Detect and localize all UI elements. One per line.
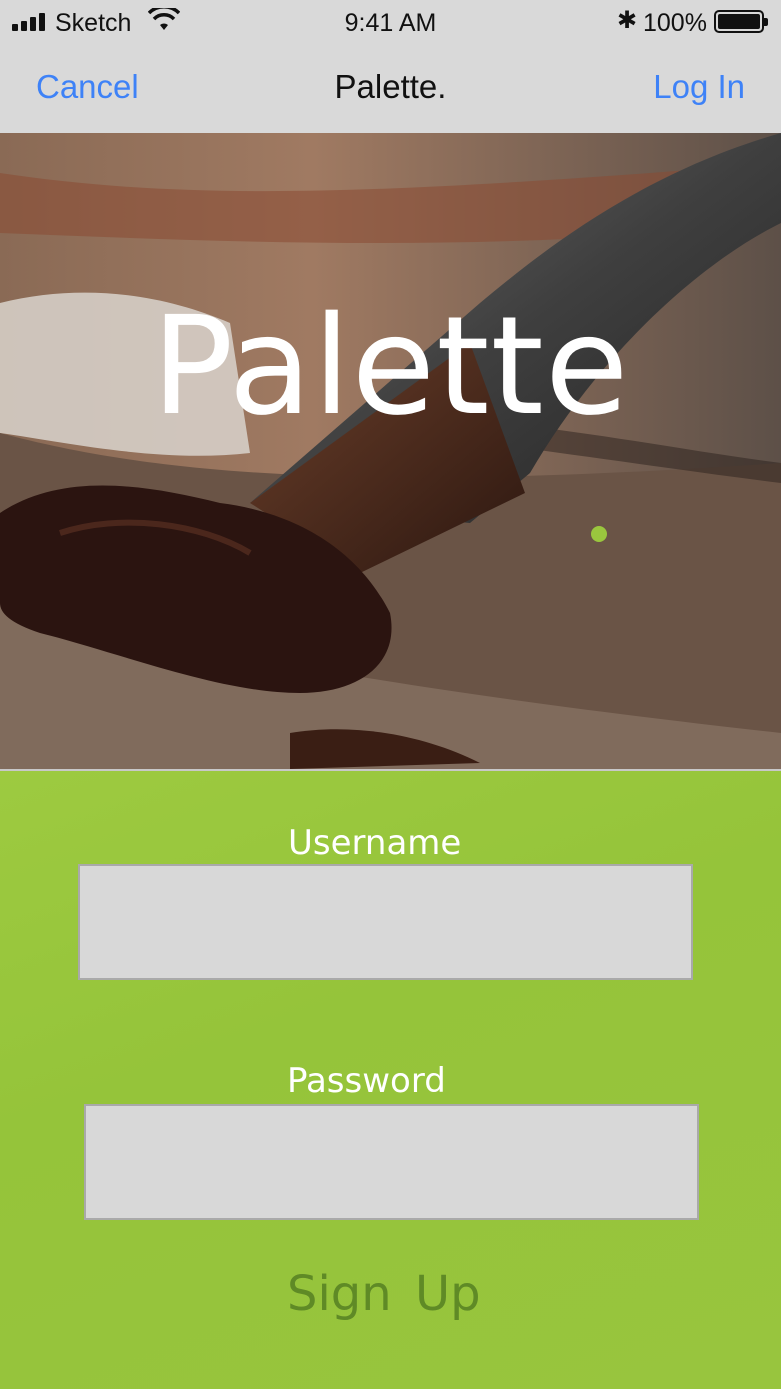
log-in-button[interactable]: Log In: [653, 68, 745, 106]
sign-up-button[interactable]: Sign Up: [287, 1266, 481, 1322]
brand-dot: [591, 526, 607, 542]
password-field[interactable]: [84, 1104, 699, 1220]
signup-form: Username Password Sign Up: [0, 769, 781, 1389]
battery-percent: 100%: [643, 9, 707, 37]
battery-icon: [714, 10, 768, 33]
password-label: Password: [287, 1061, 446, 1101]
bluetooth-icon: ✱: [617, 7, 638, 34]
top-bar: Sketch 9:41 AM ✱ 100% Cancel Palette. Lo…: [0, 0, 781, 133]
hero-title: Palette: [151, 288, 630, 446]
username-label: Username: [288, 823, 462, 863]
hero-image: Palette: [0, 133, 781, 769]
username-field[interactable]: [78, 864, 693, 980]
paintbrush-illustration: [0, 133, 781, 769]
status-bar: Sketch 9:41 AM ✱ 100%: [0, 0, 781, 46]
